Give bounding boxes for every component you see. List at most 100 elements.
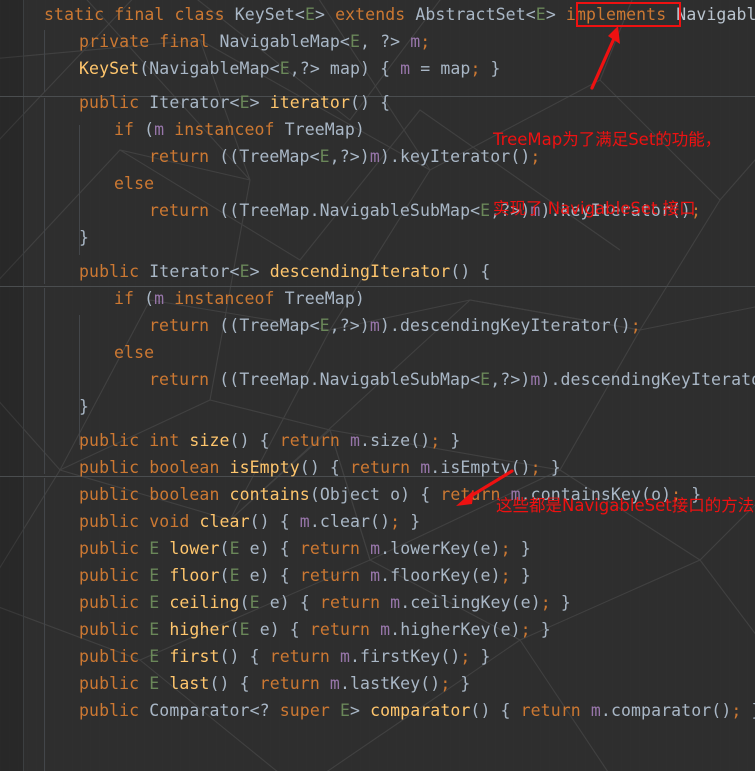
line-comparator[interactable]: public Comparator<? super E> comparator(… (79, 697, 755, 724)
line-higher[interactable]: public E higher(E e) { return m.higherKe… (79, 616, 551, 643)
code-token: e (520, 593, 531, 612)
line-size[interactable]: public int size() { return m.size(); } (79, 427, 460, 454)
code-token: E (535, 5, 546, 24)
code-token: ? (299, 59, 310, 78)
code-token: E (239, 93, 250, 112)
line-desc-else[interactable]: else (114, 339, 154, 366)
code-token: E (279, 59, 290, 78)
code-token: < (339, 32, 350, 51)
code-token: comparator (370, 701, 471, 720)
line-last[interactable]: public E last() { return m.lastKey(); } (79, 670, 470, 697)
line-iterator-return1[interactable]: return ((TreeMap<E,?>)m).keyIterator(); (149, 143, 540, 170)
code-token: ; (430, 431, 441, 450)
code-token: public (79, 93, 140, 112)
annotation-note-1-line-1: TreeMap为了满足Set的功能， (493, 130, 722, 149)
line-lower[interactable]: public E lower(E e) { return m.lowerKey(… (79, 535, 531, 562)
line-iterator-else[interactable]: else (114, 170, 154, 197)
line-iterator-sig[interactable]: public Iterator<E> iterator() { (79, 89, 390, 116)
gutter-border (23, 0, 24, 771)
code-token: E (149, 593, 160, 612)
code-token: e (480, 539, 491, 558)
code-token: NavigableSubMap (319, 201, 471, 220)
code-token: o (390, 485, 401, 504)
line-floor[interactable]: public E floor(E e) { return m.floorKey(… (79, 562, 531, 589)
code-token: () (610, 316, 631, 335)
code-token: else (114, 174, 155, 193)
code-token: public (79, 593, 140, 612)
code-token: . (360, 431, 371, 450)
code-token: m (369, 316, 380, 335)
line-class-decl[interactable]: static final class KeySet<E> extends Abs… (44, 1, 755, 28)
code-editor-viewport[interactable]: static final class KeySet<E> extends Abs… (0, 0, 755, 771)
line-desc-sig[interactable]: public Iterator<E> descendingIterator() … (79, 258, 490, 285)
line-ctor[interactable]: KeySet(NavigableMap<E,?> map) { m = map;… (79, 55, 501, 82)
code-token: KeySet (79, 59, 140, 78)
code-token: ( (219, 566, 230, 585)
code-token: TreeMap (239, 370, 310, 389)
code-token: ( (510, 593, 521, 612)
code-token: ceilingKey (410, 593, 511, 612)
code-token: . (309, 201, 320, 220)
code-token: >) (349, 147, 370, 166)
code-token: m (590, 701, 601, 720)
code-token: ( (470, 566, 481, 585)
code-token: if (114, 289, 135, 308)
line-ceiling[interactable]: public E ceiling(E e) { return m.ceiling… (79, 589, 571, 616)
code-token: . (380, 566, 391, 585)
line-clear[interactable]: public void clear() { m.clear(); } (79, 508, 420, 535)
code-token: void (149, 512, 190, 531)
line-first[interactable]: public E first() { return m.firstKey(); … (79, 643, 491, 670)
code-token: . (400, 593, 411, 612)
code-token: last (169, 674, 210, 693)
code-token: m (370, 566, 381, 585)
line-desc-if[interactable]: if (m instanceof TreeMap) (114, 285, 365, 312)
code-token: boolean (149, 458, 220, 477)
line-field-m[interactable]: private final NavigableMap<E, ?> m; (79, 28, 430, 55)
line-iterator-close[interactable]: } (79, 224, 89, 251)
code-token: E (239, 262, 250, 281)
code-token: () (420, 674, 441, 693)
code-token: (( (209, 316, 240, 335)
code-token: } (510, 566, 531, 585)
code-token: Comparator (149, 701, 250, 720)
code-token: E (480, 370, 491, 389)
indent-guide (79, 315, 80, 445)
line-iterator-if[interactable]: if (m instanceof TreeMap) (114, 116, 365, 143)
code-token: . (309, 512, 320, 531)
code-token: } (79, 397, 90, 416)
code-token: ) { (259, 539, 300, 558)
code-token: TreeMap (239, 147, 310, 166)
line-desc-return2[interactable]: return ((TreeMap.NavigableSubMap<E,?>)m)… (149, 366, 755, 393)
code-token: extends (335, 5, 406, 24)
code-token: ; (440, 674, 451, 693)
code-token: iterator (269, 93, 350, 112)
code-token: public (79, 431, 140, 450)
code-token: lastKey (350, 674, 421, 693)
editor-gutter[interactable] (0, 0, 23, 771)
code-token: m (420, 458, 431, 477)
code-token: < (249, 701, 260, 720)
indent-guide (44, 288, 45, 474)
code-token: public (79, 458, 140, 477)
code-token: } (450, 674, 471, 693)
code-token: Object (319, 485, 381, 504)
code-token: map (329, 59, 361, 78)
code-token: ) (354, 289, 365, 308)
code-token: m (530, 370, 541, 389)
line-desc-return1[interactable]: return ((TreeMap<E,?>)m).descendingKeyIt… (149, 312, 641, 339)
code-token: E (249, 593, 260, 612)
code-token: clear (319, 512, 371, 531)
code-token: (( (209, 201, 240, 220)
code-token: return (269, 647, 330, 666)
code-token: ) (354, 120, 365, 139)
code-token: ; (630, 316, 641, 335)
code-token: ceiling (169, 593, 240, 612)
line-desc-close[interactable]: } (79, 393, 89, 420)
line-isempty[interactable]: public boolean isEmpty() { return m.isEm… (79, 454, 561, 481)
